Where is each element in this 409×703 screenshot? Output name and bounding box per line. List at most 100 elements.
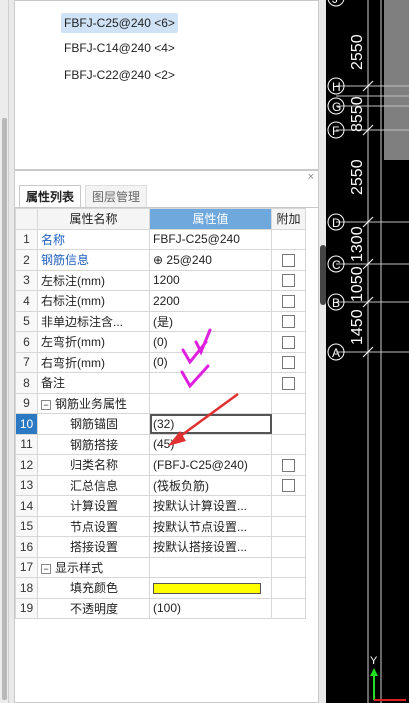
property-name: 不透明度 (37, 597, 150, 619)
property-value[interactable]: (是) (149, 310, 272, 332)
extra-checkbox[interactable] (282, 335, 295, 349)
extra-checkbox[interactable] (282, 479, 295, 493)
property-name: 左标注(mm) (37, 269, 150, 291)
property-value[interactable] (149, 392, 272, 414)
row-index: 14 (15, 495, 38, 517)
list-item-partial[interactable] (61, 0, 67, 9)
table-row[interactable]: 8 备注 (15, 372, 306, 394)
property-value[interactable]: ⊕ 25@240 (149, 249, 272, 271)
table-row[interactable]: 2 钢筋信息 ⊕ 25@240 (15, 249, 306, 271)
collapse-toggle-icon[interactable]: − (41, 563, 51, 574)
extra-checkbox[interactable] (282, 294, 295, 308)
axis-label: A (332, 346, 340, 360)
left-scrollbar[interactable] (2, 118, 7, 700)
property-name: 备注 (37, 372, 150, 394)
collapse-toggle-icon[interactable]: − (41, 399, 51, 410)
extra-checkbox[interactable] (282, 253, 295, 267)
cad-canvas[interactable]: J H G F D C B A 2550 8550 2550 1300 1450… (326, 0, 409, 703)
property-name: 节点设置 (37, 515, 150, 537)
row-index: 6 (15, 331, 38, 353)
axis-label: B (332, 296, 340, 310)
property-value[interactable]: (0) (149, 351, 272, 373)
property-value[interactable]: (0) (149, 331, 272, 353)
property-name-label: 右标注(mm) (41, 294, 105, 309)
extra-checkbox[interactable] (282, 458, 295, 472)
extra-cell (271, 577, 306, 599)
property-value[interactable]: 按默认节点设置... (149, 515, 272, 537)
property-value[interactable]: 按默认计算设置... (149, 495, 272, 517)
extra-cell (271, 351, 306, 373)
extra-checkbox[interactable] (282, 356, 295, 370)
property-name: 填充颜色 (37, 577, 150, 599)
property-name-label: 钢筋锚固 (70, 417, 119, 432)
left-divider (8, 0, 9, 703)
table-row[interactable]: 7 右弯折(mm) (0) (15, 351, 306, 373)
property-name-label: 归类名称 (70, 458, 119, 473)
list-item[interactable]: FBFJ-C25@240 <6> (61, 13, 178, 33)
ucs-y-label: Y (370, 655, 378, 667)
property-table: 属性名称 属性值 附加 1 名称 FBFJ-C25@240 2 钢筋信息 ⊕ 25@240… (15, 208, 306, 619)
property-value[interactable] (149, 372, 272, 394)
property-name-label: 钢筋业务属性 (55, 396, 128, 411)
color-swatch[interactable] (153, 583, 261, 595)
table-row[interactable]: 1 名称 FBFJ-C25@240 (15, 228, 306, 250)
property-name-label: 非单边标注含... (41, 314, 124, 329)
extra-checkbox[interactable] (282, 274, 295, 288)
tab-property-list[interactable]: 属性列表 (19, 185, 82, 207)
property-value[interactable] (149, 577, 272, 599)
property-name: 钢筋搭接 (37, 433, 150, 455)
extra-checkbox[interactable] (282, 315, 295, 329)
row-index: 10 (15, 413, 38, 435)
table-row[interactable]: 10 钢筋锚固 (32) (15, 413, 306, 435)
property-name: 名称 (37, 228, 150, 250)
table-row[interactable]: 17− 显示样式 (15, 556, 306, 578)
extra-cell (271, 454, 306, 476)
property-name-label: 名称 (41, 232, 66, 247)
property-name: 右弯折(mm) (37, 351, 150, 373)
table-row[interactable]: 12 归类名称 (FBFJ-C25@240) (15, 454, 306, 476)
table-row[interactable]: 6 左弯折(mm) (0) (15, 331, 306, 353)
table-row[interactable]: 9− 钢筋业务属性 (15, 392, 306, 414)
close-icon[interactable]: × (308, 171, 314, 183)
cad-gray-block (384, 0, 409, 160)
list-item[interactable]: FBFJ-C22@240 <2> (61, 65, 178, 85)
property-value[interactable]: (筏板负筋) (149, 474, 272, 496)
property-value[interactable]: (45) (149, 433, 272, 455)
table-row[interactable]: 4 右标注(mm) 2200 (15, 290, 306, 312)
extra-cell (271, 515, 306, 537)
list-item[interactable]: FBFJ-C14@240 <4> (61, 38, 178, 58)
row-index: 8 (15, 372, 38, 394)
property-name-label: 钢筋信息 (41, 253, 90, 268)
table-row[interactable]: 18 填充颜色 (15, 577, 306, 599)
property-value[interactable]: 1200 (149, 269, 272, 291)
property-value[interactable]: 按默认搭接设置... (149, 536, 272, 558)
extra-cell (271, 310, 306, 332)
dimension-text: 8550 (349, 96, 366, 132)
tab-layer-manager[interactable]: 图层管理 (85, 185, 148, 207)
table-row[interactable]: 11 钢筋搭接 (45) (15, 433, 306, 455)
table-row[interactable]: 3 左标注(mm) 1200 (15, 269, 306, 291)
extra-checkbox[interactable] (282, 376, 295, 390)
property-value[interactable]: (100) (149, 597, 272, 619)
row-index: 18 (15, 577, 38, 599)
table-row[interactable]: 14 计算设置 按默认计算设置... (15, 495, 306, 517)
row-index: 17 (15, 556, 38, 578)
row-index: 7 (15, 351, 38, 373)
extra-cell (271, 249, 306, 271)
row-index: 19 (15, 597, 38, 619)
property-name-label: 汇总信息 (70, 478, 119, 493)
property-value[interactable]: FBFJ-C25@240 (149, 228, 272, 250)
table-row[interactable]: 15 节点设置 按默认节点设置... (15, 515, 306, 537)
row-index: 12 (15, 454, 38, 476)
table-row[interactable]: 5 非单边标注含... (是) (15, 310, 306, 332)
table-row[interactable]: 16 搭接设置 按默认搭接设置... (15, 536, 306, 558)
property-value[interactable] (149, 556, 272, 578)
extra-cell (271, 474, 306, 496)
property-value[interactable]: (32) (149, 413, 272, 435)
table-row[interactable]: 13 汇总信息 (筏板负筋) (15, 474, 306, 496)
property-value[interactable]: 2200 (149, 290, 272, 312)
table-row[interactable]: 19 不透明度 (100) (15, 597, 306, 619)
row-index: 5 (15, 310, 38, 332)
drawing-list-panel: FBFJ-C25@240 <6> FBFJ-C14@240 <4> FBFJ-C… (14, 0, 319, 170)
property-value[interactable]: (FBFJ-C25@240) (149, 454, 272, 476)
